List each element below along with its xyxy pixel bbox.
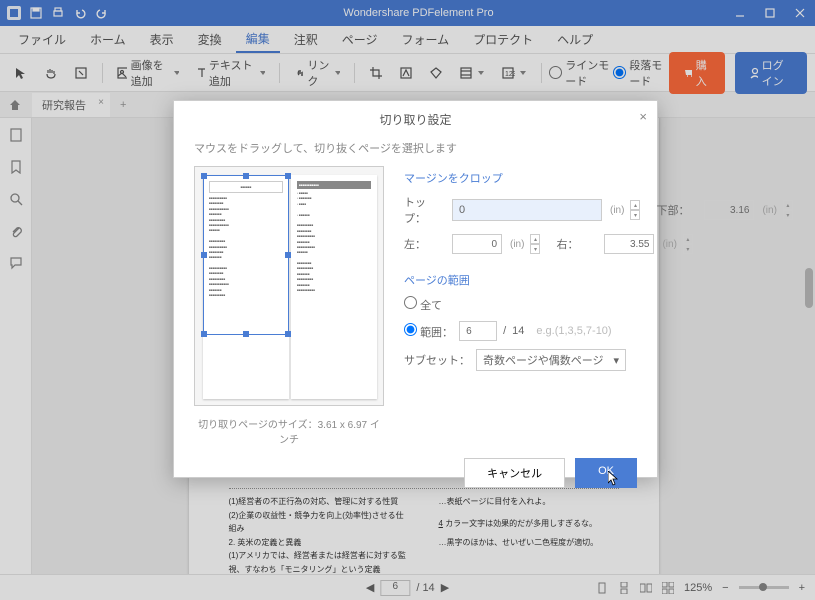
right-spinner[interactable]: ▴▾ (683, 234, 693, 254)
subset-select[interactable]: 奇数ページや偶数ページ▾ (476, 349, 626, 371)
bottom-spinner[interactable]: ▴▾ (783, 200, 793, 220)
range-header: ページの範囲 (404, 272, 793, 288)
range-hint: e.g.(1,3,5,7-10) (536, 325, 611, 337)
dialog-subtitle: マウスをドラッグして、切り抜くページを選択します (174, 134, 657, 166)
crop-preview: ■■■■■■ ■■■■■■■■■■■■■■■■■■■■■■■■■■■■■■■■■… (194, 166, 384, 446)
right-label: 右： (556, 236, 598, 252)
preview-page-right: ■■■■■■■■■■■ • ■■■■■• ■■■■■■■• ■■■■• ■■■■… (291, 175, 377, 399)
right-input[interactable]: 3.55 (604, 234, 654, 254)
crop-settings-dialog: 切り取り設定 × マウスをドラッグして、切り抜くページを選択します ■■■■■■… (173, 100, 658, 478)
crop-form: マージンをクロップ トップ： 0(in) ▴▾ 下部： 3.16(in) ▴▾ … (404, 166, 793, 446)
left-spinner[interactable]: ▴▾ (530, 234, 540, 254)
dialog-close-icon[interactable]: × (639, 109, 647, 124)
left-label: 左： (404, 236, 446, 252)
top-spinner[interactable]: ▴▾ (630, 200, 640, 220)
range-from-input[interactable]: 6 (459, 321, 497, 341)
margin-header: マージンをクロップ (404, 170, 793, 186)
bottom-input[interactable]: 3.16 (704, 200, 754, 220)
cancel-button[interactable]: キャンセル (464, 458, 565, 488)
preview-box[interactable]: ■■■■■■ ■■■■■■■■■■■■■■■■■■■■■■■■■■■■■■■■■… (194, 166, 384, 406)
range-to: 14 (512, 325, 524, 337)
top-input[interactable]: 0 (452, 199, 602, 221)
subset-label: サブセット： (404, 352, 470, 368)
dialog-title: 切り取り設定 × (174, 101, 657, 134)
range-radio[interactable]: 範囲： (404, 323, 453, 340)
preview-size-label: 切り取りページのサイズ：3.61 x 6.97 インチ (194, 416, 384, 446)
ok-button[interactable]: OK (575, 458, 637, 488)
all-pages-radio[interactable]: 全て (404, 296, 442, 313)
bottom-label: 下部： (656, 202, 698, 218)
top-label: トップ： (404, 194, 446, 226)
left-input[interactable]: 0 (452, 234, 502, 254)
crop-selection[interactable] (203, 175, 289, 335)
